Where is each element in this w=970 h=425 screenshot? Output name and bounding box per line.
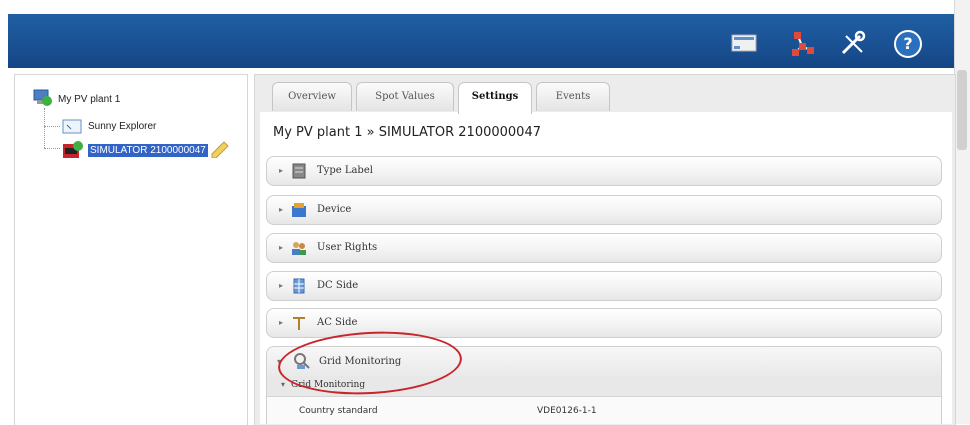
monitor-icon[interactable]: [730, 28, 760, 58]
ac-side-icon: [291, 315, 307, 331]
users-icon: [291, 240, 307, 256]
wrench-icon[interactable]: [838, 28, 868, 58]
tab-events[interactable]: Events: [536, 82, 610, 111]
expand-arrow-icon: ▸: [279, 205, 284, 214]
tree-connector: [44, 148, 60, 149]
type-label-icon: [291, 163, 307, 179]
edit-pencil-icon[interactable]: [210, 140, 232, 159]
help-button-label: ?: [894, 30, 922, 58]
section-label: AC Side: [317, 317, 358, 328]
collapse-arrow-icon: ▾: [281, 380, 286, 389]
inverter-icon: [62, 140, 84, 160]
setting-value[interactable]: VDE0126-1-1: [537, 406, 597, 416]
tree-connector: [44, 108, 45, 148]
tree-item-plant[interactable]: My PV plant 1: [58, 94, 120, 105]
section-dc-side[interactable]: ▸ DC Side: [266, 271, 942, 301]
section-user-rights[interactable]: ▸ User Rights: [266, 233, 942, 263]
tree-item-sunny-explorer[interactable]: Sunny Explorer: [88, 121, 156, 132]
section-label: Type Label: [317, 165, 373, 176]
network-icon[interactable]: [788, 28, 818, 58]
tab-settings[interactable]: Settings: [458, 82, 532, 114]
tab-spot-values[interactable]: Spot Values: [356, 82, 454, 111]
tree-item-simulator[interactable]: SIMULATOR 2100000047: [88, 144, 208, 157]
help-icon[interactable]: ?: [894, 30, 924, 60]
section-label: DC Side: [317, 280, 359, 291]
section-device[interactable]: ▸ Device: [266, 195, 942, 225]
device-icon: [291, 202, 307, 218]
vertical-scrollbar[interactable]: [954, 0, 970, 424]
plant-icon: [32, 86, 54, 108]
expand-arrow-icon: ▸: [279, 166, 284, 175]
expand-arrow-icon: ▸: [279, 318, 284, 327]
setting-name: Country standard: [299, 406, 378, 416]
tree-connector: [44, 126, 60, 127]
expand-arrow-icon: ▸: [279, 281, 284, 290]
page-title: My PV plant 1 » SIMULATOR 2100000047: [273, 125, 541, 140]
section-label: User Rights: [317, 242, 378, 253]
dc-side-icon: [291, 278, 307, 294]
scrollbar-thumb[interactable]: [957, 70, 967, 150]
tab-overview[interactable]: Overview: [272, 82, 352, 111]
explorer-icon: [62, 118, 84, 136]
section-label: Device: [317, 204, 352, 215]
section-type-label[interactable]: ▸ Type Label: [266, 156, 942, 186]
expand-arrow-icon: ▸: [279, 243, 284, 252]
